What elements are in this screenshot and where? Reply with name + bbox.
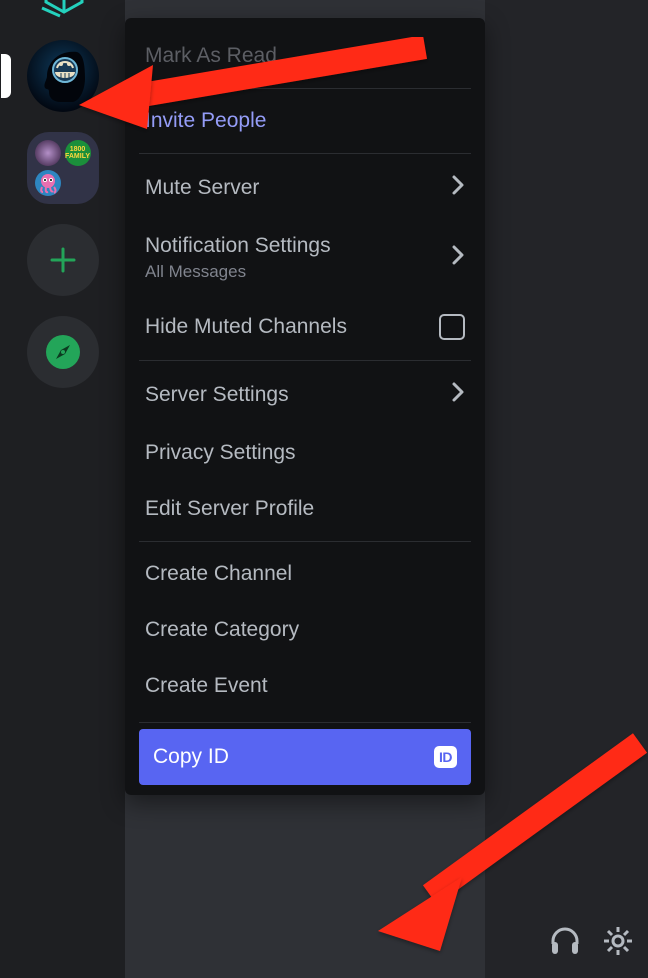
settings-button[interactable] [602,925,634,962]
chevron-right-icon [451,174,465,202]
headset-icon [548,924,582,958]
cube-glyph-icon [40,0,86,20]
right-pane [485,0,648,978]
menu-label: Invite People [145,109,266,133]
menu-sublabel: All Messages [145,262,331,282]
chevron-right-icon [451,244,465,272]
menu-label: Mute Server [145,176,259,200]
menu-mute-server[interactable]: Mute Server [139,158,471,218]
menu-label: Create Channel [145,562,292,586]
menu-divider [139,541,471,542]
menu-label: Copy ID [153,745,229,769]
folder-server-icon-1[interactable] [35,140,61,166]
menu-divider [139,360,471,361]
menu-create-channel[interactable]: Create Channel [139,546,471,602]
folder-server-label: 1800 FAMILY [65,146,91,160]
menu-edit-server-profile[interactable]: Edit Server Profile [139,481,471,537]
folder-server-icon-3[interactable] [35,170,61,196]
head-silhouette-icon [27,40,99,112]
server-icon-head[interactable] [27,40,99,112]
menu-label: Create Category [145,618,299,642]
plus-icon [48,245,78,275]
folder-server-icon-empty [65,170,91,196]
menu-create-event[interactable]: Create Event [139,658,471,714]
menu-label: Edit Server Profile [145,497,314,521]
server-folder[interactable]: 1800 FAMILY [27,132,99,204]
menu-divider [139,153,471,154]
menu-hide-muted-channels[interactable]: Hide Muted Channels [139,298,471,356]
id-badge-icon: ID [434,746,457,768]
menu-notification-settings[interactable]: Notification Settings All Messages [139,218,471,298]
server-icon-logo[interactable] [27,0,99,20]
menu-label: Server Settings [145,383,289,407]
user-controls [485,908,648,978]
menu-invite-people[interactable]: Invite People [139,93,471,149]
menu-mark-as-read[interactable]: Mark As Read [139,28,471,84]
menu-label: Privacy Settings [145,441,296,465]
menu-label: Mark As Read [145,44,277,68]
chevron-right-icon [451,381,465,409]
menu-label: Hide Muted Channels [145,315,347,339]
headset-button[interactable] [548,924,582,963]
selected-indicator [1,54,11,98]
menu-label: Create Event [145,674,268,698]
menu-privacy-settings[interactable]: Privacy Settings [139,425,471,481]
menu-server-settings[interactable]: Server Settings [139,365,471,425]
menu-divider [139,722,471,723]
server-context-menu: Mark As Read Invite People Mute Server N… [125,18,485,795]
menu-divider [139,88,471,89]
menu-copy-id[interactable]: Copy ID ID [139,729,471,785]
compass-icon [44,333,82,371]
folder-server-icon-2[interactable]: 1800 FAMILY [65,140,91,166]
squid-icon [37,172,59,194]
explore-button[interactable] [27,316,99,388]
add-server-button[interactable] [27,224,99,296]
checkbox-icon[interactable] [439,314,465,340]
menu-label: Notification Settings [145,234,331,258]
menu-create-category[interactable]: Create Category [139,602,471,658]
server-rail: 1800 FAMILY [0,0,125,978]
gear-icon [602,925,634,957]
